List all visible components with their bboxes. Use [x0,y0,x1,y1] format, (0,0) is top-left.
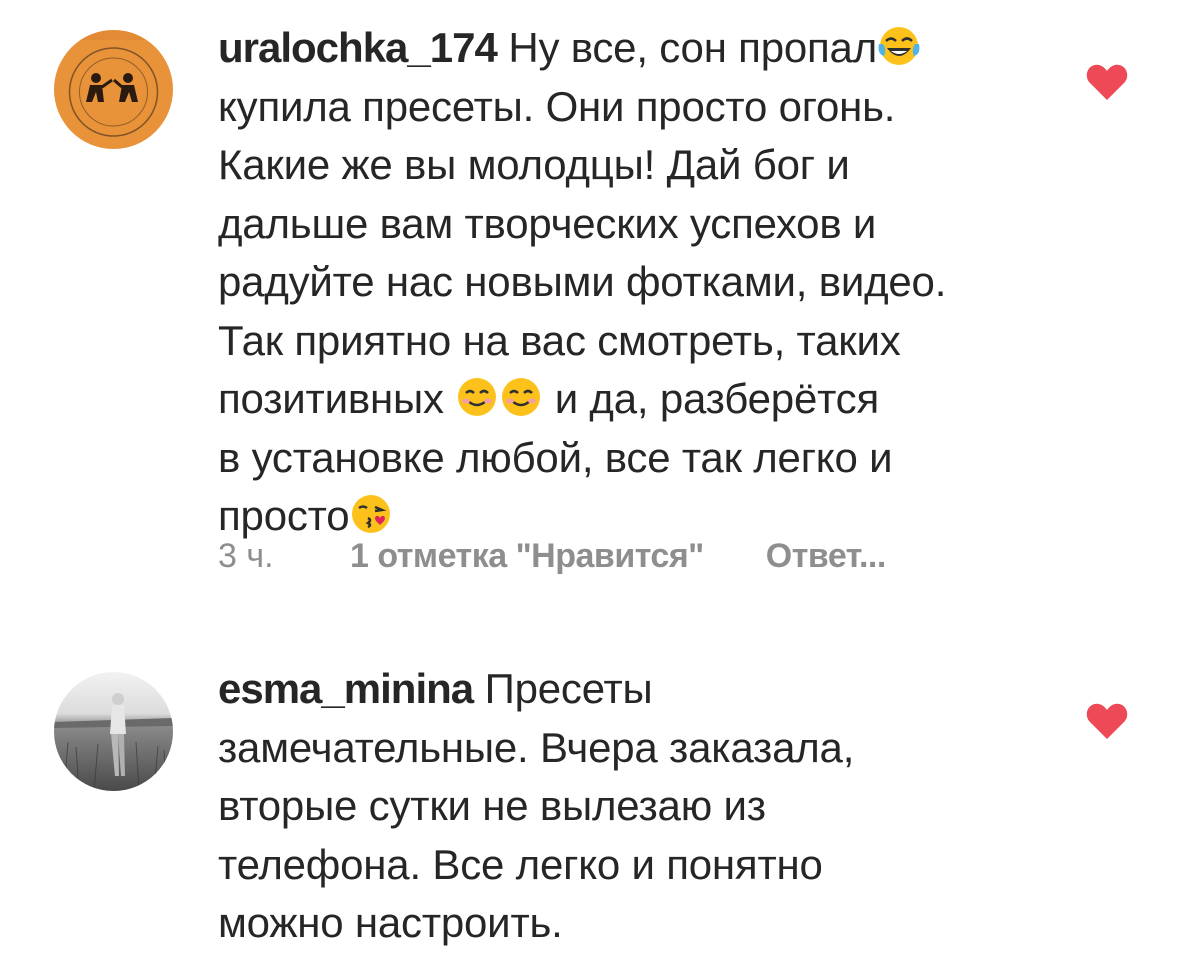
comment-line: и да, разберётся [543,375,880,422]
comment-line: вторые сутки не вылезаю из [218,782,766,829]
comment-time: 3 ч. [218,536,274,575]
comment-line: Пресеты [473,665,653,712]
comment-line: Какие же вы молодцы! Дай бог и [218,141,850,188]
comment-line: купила пресеты. Они просто огонь. [218,82,896,130]
username[interactable]: uralochka_174 [218,24,498,71]
comment-line: Ну все, сон пропал [496,24,878,71]
comment-text: uralochka_174 Ну все, сон пропал купила … [218,19,1068,546]
avatar[interactable] [54,672,173,791]
comment-line: телефона. Все легко и понятно [218,840,823,888]
comment-line: радуйте нас новыми фотками, видео. [218,258,947,305]
username[interactable]: esma_minina [218,665,474,712]
comment-meta: 3 ч. 1 отметка "Нравится" Ответ... [218,532,886,580]
likes-count-link[interactable]: 1 отметка "Нравится" [350,537,704,576]
smiling-face-emoji [499,375,543,419]
avatar[interactable] [54,30,173,149]
reply-button[interactable]: Ответ... [766,537,887,576]
avatar-image [54,30,173,149]
heart-icon[interactable] [1086,702,1128,740]
tears-of-joy-emoji [877,24,921,68]
comment-line: позитивных [218,375,456,422]
avatar-image [54,672,173,791]
comment-line: Так приятно на вас смотреть, таких [218,316,901,364]
comment-text: esma_minina Пресеты замечательные. Вчера… [218,660,1068,953]
comment-line: дальше вам творческих успехов и [218,199,877,247]
kissing-heart-emoji [349,492,393,536]
smiling-face-emoji [455,375,499,419]
comment-line: замечательные. Вчера заказала, [218,723,855,771]
comment-line: в установке любой, все так легко и [218,433,893,481]
heart-icon[interactable] [1086,63,1128,101]
comment-line: можно настроить. [218,899,563,946]
